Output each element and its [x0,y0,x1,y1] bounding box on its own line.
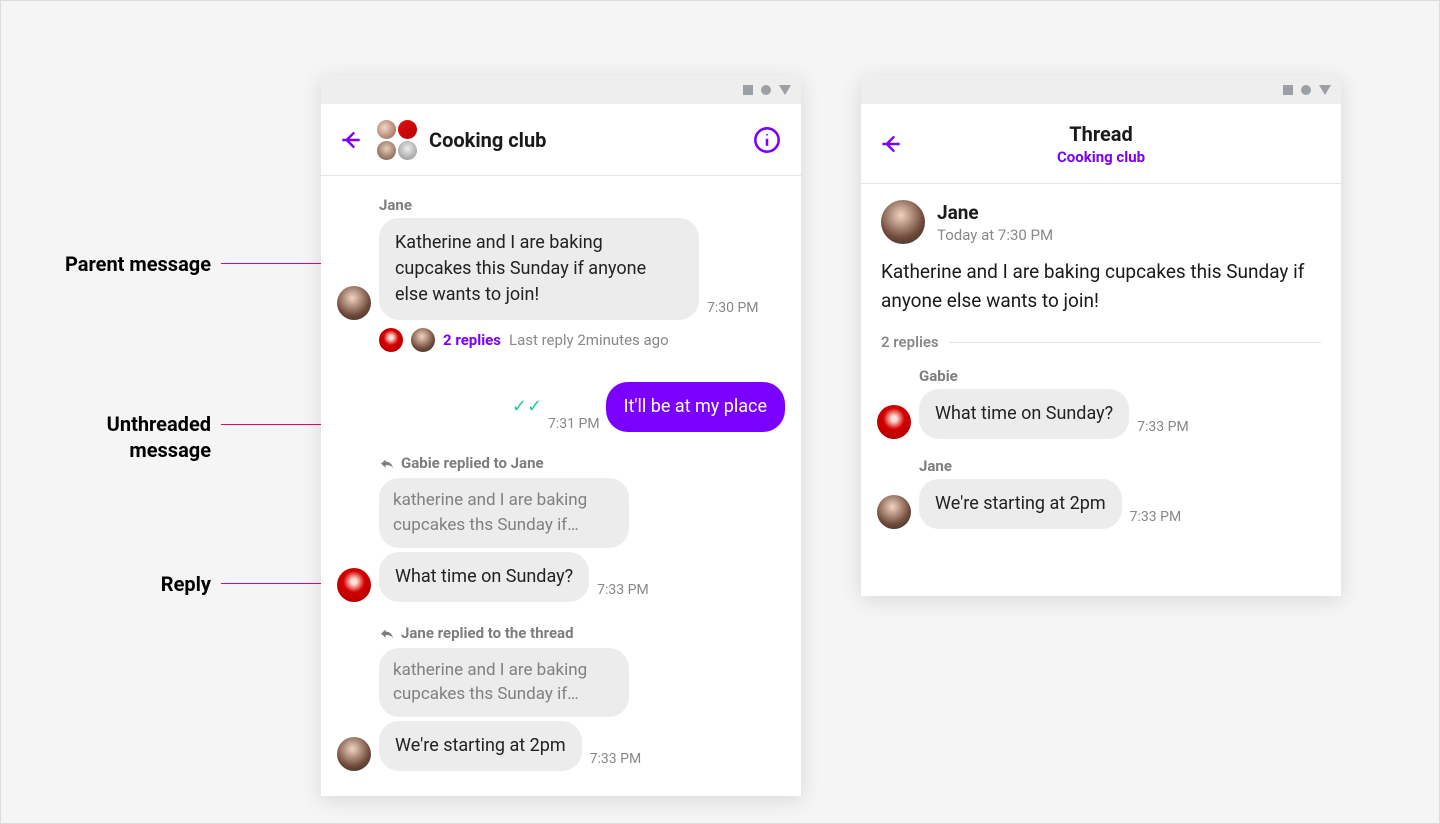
status-icon [743,85,753,95]
status-icon [779,85,791,95]
status-bar [861,76,1341,104]
status-icon [1319,85,1331,95]
message-bubble[interactable]: What time on Sunday? [379,552,589,602]
arrow-left-icon [338,127,364,153]
message-row[interactable]: Katherine and I are baking cupcakes this… [331,218,791,320]
avatar-gabie[interactable] [337,568,371,602]
thread-title: Thread [861,122,1341,146]
status-icon [1283,85,1293,95]
message-timestamp: 7:33 PM [590,751,642,771]
status-icon [761,85,771,95]
parent-text: Katherine and I are baking cupcakes this… [881,258,1321,315]
message-sender: Gabie [871,367,1331,385]
message-row[interactable]: What time on Sunday? 7:33 PM [331,552,791,602]
message-row[interactable]: We're starting at 2pm 7:33 PM [331,721,791,771]
status-bar [321,76,801,104]
message-bubble[interactable]: We're starting at 2pm [379,721,582,771]
info-button[interactable] [749,122,785,158]
parent-timestamp: Today at 7:30 PM [937,226,1053,244]
thread-avatar [411,328,435,352]
thread-last-reply: Last reply 2minutes ago [509,331,669,349]
thread-reply-list[interactable]: Gabie What time on Sunday? 7:33 PM Jane … [861,367,1341,539]
status-icon [1301,85,1311,95]
message-sender: Jane [871,457,1331,475]
quoted-message[interactable]: katherine and I are baking cupcakes ths … [379,648,629,717]
message-row[interactable]: What time on Sunday? 7:33 PM [871,389,1331,439]
thread-title-block: Thread Cooking club [861,122,1341,166]
channel-title: Cooking club [429,128,737,152]
thread-subtitle[interactable]: Cooking club [861,148,1341,166]
avatar-gabie[interactable] [877,405,911,439]
back-button[interactable] [337,126,365,154]
message-timestamp: 7:33 PM [1130,509,1182,529]
parent-sender: Jane [937,201,1053,224]
message-bubble[interactable]: What time on Sunday? [919,389,1129,439]
thread-parent-message[interactable]: Jane Today at 7:30 PM Katherine and I ar… [861,184,1341,325]
read-receipt-icon: ✓✓ [512,398,542,416]
annotation-parent-message: Parent message [21,251,211,277]
replies-count: 2 replies [881,333,939,351]
message-timestamp: 7:33 PM [597,582,649,602]
divider-line [949,342,1321,343]
reply-header: Gabie replied to Jane [331,454,791,472]
own-message-bubble[interactable]: It'll be at my place [606,382,785,432]
avatar-jane[interactable] [877,495,911,529]
info-icon [753,126,781,154]
annotation-reply: Reply [21,571,211,597]
annotation-unthreaded-l2: message [129,438,211,462]
thread-reply-count: 2 replies [443,331,501,349]
avatar-jane[interactable] [337,286,371,320]
message-timestamp: 7:30 PM [707,300,759,320]
avatar-jane[interactable] [881,200,925,244]
avatar-jane[interactable] [337,737,371,771]
message-row[interactable]: We're starting at 2pm 7:33 PM [871,479,1331,529]
reply-header-text: Jane replied to the thread [401,624,574,642]
reply-arrow-icon [379,455,395,471]
channel-screen: Cooking club Jane Katherine and I are ba… [321,76,801,796]
reply-arrow-icon [379,625,395,641]
thread-avatar [379,328,403,352]
thread-indicator[interactable]: 2 replies Last reply 2minutes ago [331,328,791,352]
message-timestamp: 7:33 PM [1137,419,1189,439]
message-list[interactable]: Jane Katherine and I are baking cupcakes… [321,176,801,781]
annotation-unthreaded-message: Unthreaded message [21,411,211,463]
quoted-message[interactable]: katherine and I are baking cupcakes ths … [379,478,629,547]
channel-topbar: Cooking club [321,104,801,176]
own-message-row[interactable]: ✓✓ 7:31 PM It'll be at my place [331,382,791,432]
message-bubble[interactable]: Katherine and I are baking cupcakes this… [379,218,699,320]
replies-divider: 2 replies [861,325,1341,357]
message-timestamp: 7:31 PM [548,416,600,432]
message-bubble[interactable]: We're starting at 2pm [919,479,1122,529]
thread-topbar: Thread Cooking club [861,104,1341,184]
group-avatar[interactable] [377,120,417,160]
reply-header: Jane replied to the thread [331,624,791,642]
annotation-unthreaded-l1: Unthreaded [107,412,211,436]
thread-screen: Thread Cooking club Jane Today at 7:30 P… [861,76,1341,596]
reply-header-text: Gabie replied to Jane [401,454,544,472]
message-sender: Jane [331,196,791,214]
